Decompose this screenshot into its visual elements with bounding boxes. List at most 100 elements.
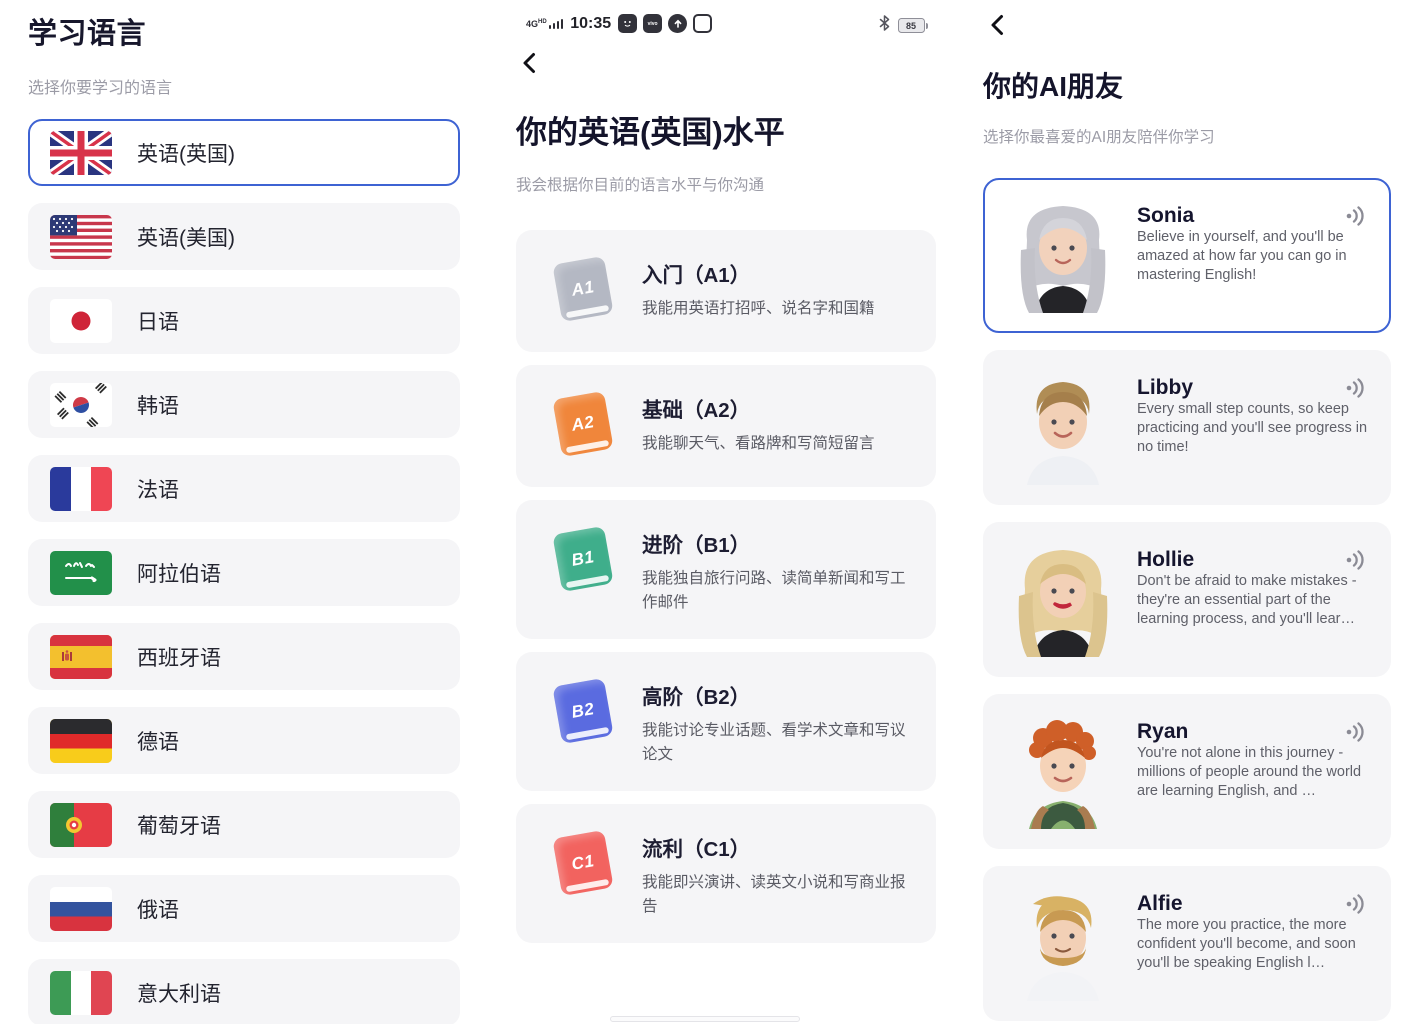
- germany-flag: [50, 719, 112, 763]
- level-card-a1[interactable]: A1 入门（A1） 我能用英语打招呼、说名字和国籍: [516, 230, 936, 352]
- bluetooth-icon: [879, 15, 890, 36]
- avatar-alfie: [1013, 888, 1113, 1001]
- level-description: 我能即兴演讲、读英文小说和写商业报告: [642, 871, 910, 919]
- friend-quote: The more you practice, the more confiden…: [1137, 917, 1356, 971]
- status-time: 10:35: [570, 15, 611, 33]
- france-flag: [50, 467, 112, 511]
- book-a2-icon: A2: [550, 391, 616, 463]
- friend-card-ryan[interactable]: Ryan You're not alone in this journey - …: [983, 694, 1391, 849]
- language-label: 法语: [137, 474, 179, 504]
- friend-name: Sonia: [1137, 204, 1194, 228]
- friend-card-libby[interactable]: Libby Every small step counts, so keep p…: [983, 350, 1391, 505]
- battery-icon: 85: [898, 18, 929, 33]
- uk-flag: [50, 131, 112, 175]
- home-indicator[interactable]: [610, 1016, 800, 1022]
- italy-flag: [50, 971, 112, 1015]
- level-name: 入门（A1）: [642, 258, 875, 288]
- voice-play-icon[interactable]: [1345, 894, 1369, 914]
- level-description: 我能聊天气、看路牌和写简短留言: [642, 432, 875, 456]
- screen-learn-language: 学习语言 选择你要学习的语言 英语(英国): [0, 0, 470, 1024]
- japan-flag: [50, 299, 112, 343]
- language-label: 葡萄牙语: [137, 810, 221, 840]
- us-flag: [50, 215, 112, 259]
- avatar-libby: [1013, 372, 1113, 485]
- portugal-flag: [50, 803, 112, 847]
- language-label: 德语: [137, 726, 179, 756]
- language-item-french[interactable]: 法语: [28, 455, 460, 522]
- language-item-portuguese[interactable]: 葡萄牙语: [28, 791, 460, 858]
- app-icon: [618, 14, 637, 33]
- level-card-b2[interactable]: B2 高阶（B2） 我能讨论专业话题、看学术文章和写议论文: [516, 652, 936, 791]
- friend-card-alfie[interactable]: Alfie The more you practice, the more co…: [983, 866, 1391, 1021]
- language-label: 意大利语: [137, 978, 221, 1008]
- level-list: A1 入门（A1） 我能用英语打招呼、说名字和国籍 A2 基础（A2） 我能聊天…: [516, 230, 936, 943]
- avatar-hollie: [1013, 544, 1113, 657]
- friend-quote: Every small step counts, so keep practic…: [1137, 401, 1367, 455]
- language-item-japanese[interactable]: 日语: [28, 287, 460, 354]
- level-description: 我能用英语打招呼、说名字和国籍: [642, 297, 875, 321]
- page-subtitle: 选择你要学习的语言: [28, 74, 460, 98]
- friend-name: Libby: [1137, 376, 1193, 400]
- voice-play-icon[interactable]: [1345, 378, 1369, 398]
- book-b1-icon: B1: [550, 526, 616, 615]
- level-name: 基础（A2）: [642, 393, 875, 423]
- language-label: 阿拉伯语: [137, 558, 221, 588]
- voice-play-icon[interactable]: [1345, 550, 1369, 570]
- book-c1-icon: C1: [550, 830, 616, 919]
- level-name: 流利（C1）: [642, 832, 910, 862]
- book-a1-icon: A1: [550, 256, 616, 328]
- book-b2-icon: B2: [550, 678, 616, 767]
- friend-card-sonia[interactable]: Sonia Believe in yourself, and you'll be…: [983, 178, 1391, 333]
- korea-flag: [50, 383, 112, 427]
- friend-name: Alfie: [1137, 892, 1183, 916]
- level-card-c1[interactable]: C1 流利（C1） 我能即兴演讲、读英文小说和写商业报告: [516, 804, 936, 943]
- language-label: 英语(美国): [137, 222, 235, 252]
- page-subtitle: 选择你最喜爱的AI朋友陪伴你学习: [983, 125, 1411, 147]
- screen-english-level: 4GHD 10:35 vivo: [470, 0, 940, 1024]
- language-item-english-uk[interactable]: 英语(英国): [28, 119, 460, 186]
- friend-list: Sonia Believe in yourself, and you'll be…: [983, 178, 1391, 1021]
- back-button[interactable]: [985, 12, 1011, 38]
- arrow-up-icon: [668, 14, 687, 33]
- language-item-russian[interactable]: 俄语: [28, 875, 460, 942]
- language-label: 日语: [137, 306, 179, 336]
- battery-level: 85: [898, 18, 925, 33]
- spain-flag: [50, 635, 112, 679]
- app-root: 学习语言 选择你要学习的语言 英语(英国): [0, 0, 1411, 1024]
- avatar-ryan: [1013, 716, 1113, 829]
- network-signal-icon: 4GHD: [526, 19, 563, 29]
- language-label: 俄语: [137, 894, 179, 924]
- language-item-english-us[interactable]: 英语(美国): [28, 203, 460, 270]
- russia-flag: [50, 887, 112, 931]
- level-card-b1[interactable]: B1 进阶（B1） 我能独自旅行问路、读简单新闻和写工作邮件: [516, 500, 936, 639]
- level-description: 我能讨论专业话题、看学术文章和写议论文: [642, 719, 910, 767]
- language-item-german[interactable]: 德语: [28, 707, 460, 774]
- page-title: 学习语言: [28, 10, 460, 52]
- language-label: 英语(英国): [137, 138, 235, 168]
- language-item-korean[interactable]: 韩语: [28, 371, 460, 438]
- page-subtitle: 我会根据你目前的语言水平与你沟通: [516, 173, 940, 195]
- screen-ai-friends: 你的AI朋友 选择你最喜爱的AI朋友陪伴你学习: [940, 0, 1411, 1024]
- vivo-icon: vivo: [643, 14, 662, 33]
- friend-name: Ryan: [1137, 720, 1188, 744]
- level-card-a2[interactable]: A2 基础（A2） 我能聊天气、看路牌和写简短留言: [516, 365, 936, 487]
- page-title: 你的英语(英国)水平: [516, 107, 940, 152]
- voice-play-icon[interactable]: [1345, 722, 1369, 742]
- language-item-arabic[interactable]: 阿拉伯语: [28, 539, 460, 606]
- avatar-sonia: [1013, 200, 1113, 313]
- language-label: 韩语: [137, 390, 179, 420]
- language-item-spanish[interactable]: 西班牙语: [28, 623, 460, 690]
- back-button[interactable]: [517, 50, 543, 76]
- level-description: 我能独自旅行问路、读简单新闻和写工作邮件: [642, 567, 910, 615]
- friend-name: Hollie: [1137, 548, 1194, 572]
- friend-card-hollie[interactable]: Hollie Don't be afraid to make mistakes …: [983, 522, 1391, 677]
- language-list: 英语(英国) 英语(美国) 日语: [28, 119, 460, 1024]
- friend-quote: Believe in yourself, and you'll be amaze…: [1137, 229, 1347, 283]
- page-title: 你的AI朋友: [983, 65, 1411, 105]
- browser-icon: [693, 14, 712, 33]
- level-name: 进阶（B1）: [642, 528, 910, 558]
- language-label: 西班牙语: [137, 642, 221, 672]
- level-name: 高阶（B2）: [642, 680, 910, 710]
- voice-play-icon[interactable]: [1345, 206, 1369, 226]
- language-item-italian[interactable]: 意大利语: [28, 959, 460, 1024]
